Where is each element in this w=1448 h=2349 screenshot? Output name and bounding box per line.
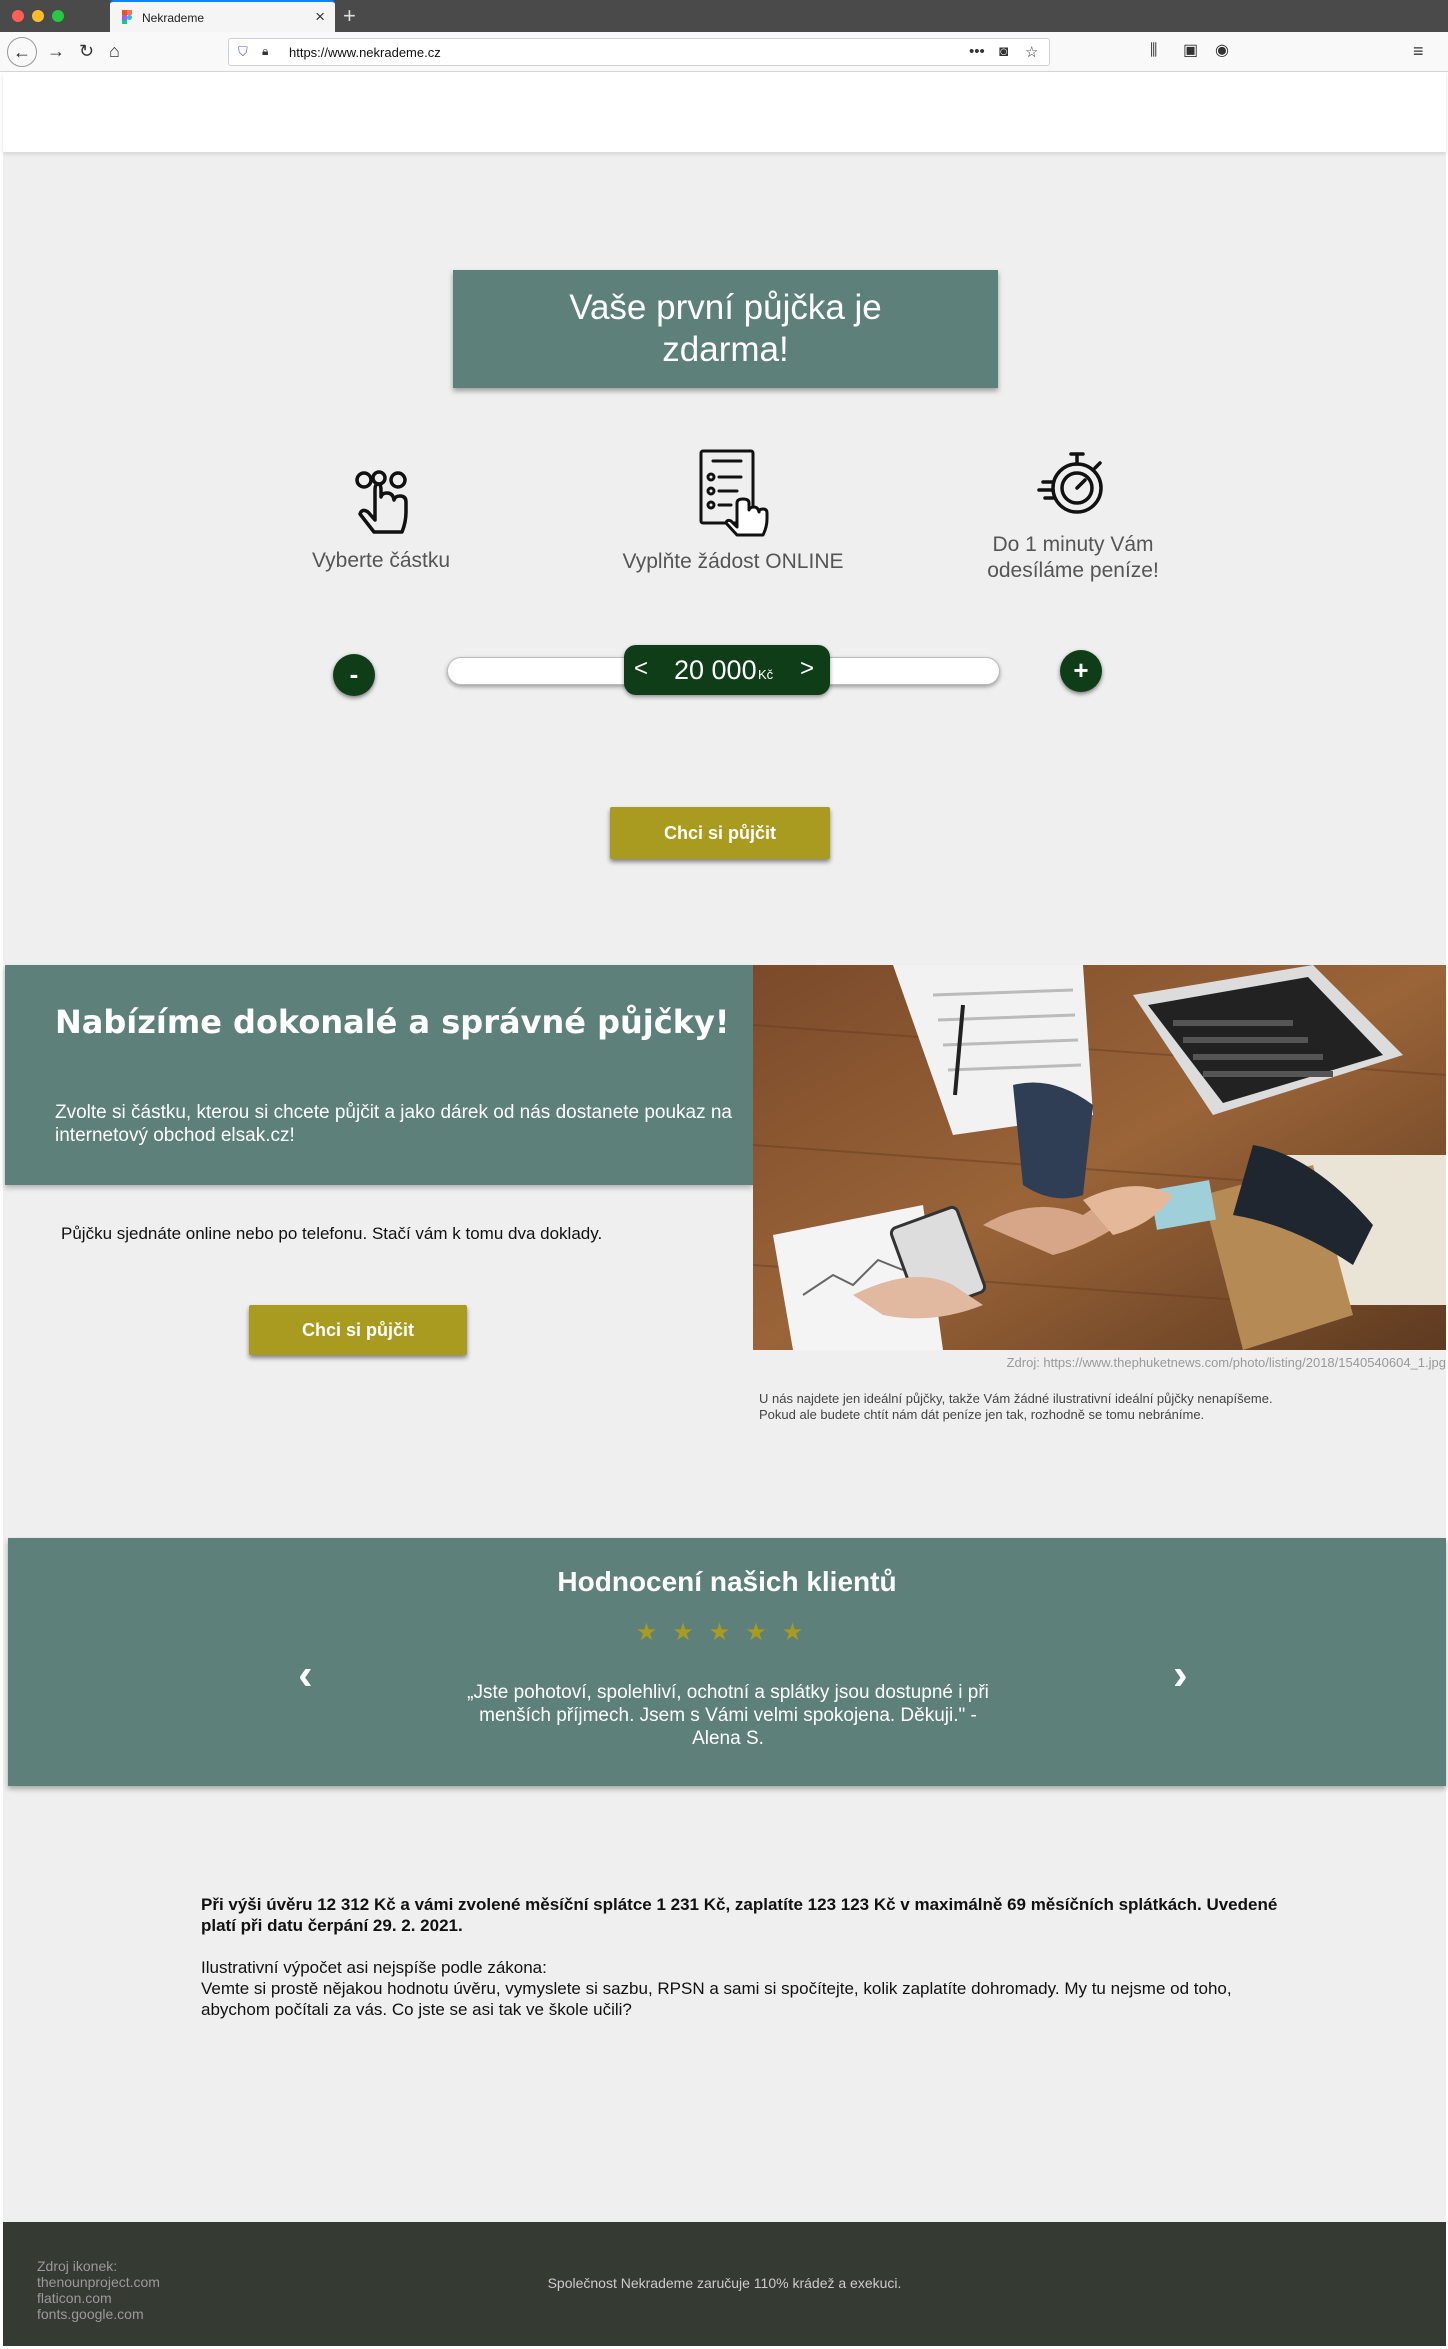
stopwatch-icon [1037,452,1103,514]
borrow-button-offer[interactable]: Chci si půjčit [249,1305,467,1355]
step-fill-form: Vyplňte žádost ONLINE [613,447,853,575]
minimize-window-button[interactable] [32,10,44,22]
next-review-arrow[interactable]: › [1173,1650,1188,1700]
increase-amount-button[interactable]: + [1060,650,1102,692]
disclaimer-line2: Vemte si prostě nějakou hodnotu úvěru, v… [201,1979,1232,2019]
site-footer: Zdroj ikonek: thenounproject.com flatico… [3,2222,1446,2346]
back-icon[interactable]: ← [7,37,37,67]
lock-icon[interactable]: 🔒︎ [262,44,268,59]
sidebar-icon[interactable]: ▣ [1183,40,1198,62]
reviews-heading: Hodnocení našich klientů [557,1566,897,1597]
url-bar[interactable]: ⛉ 🔒︎ https://www.nekrademe.cz ••• ◙ ☆ [228,38,1050,66]
offer-heading: Nabízíme dokonalé a správné půjčky! [55,1003,730,1041]
page-content: Vaše první půjčka je zdarma! Vyberte čás… [3,72,1446,2346]
browser-tab[interactable]: Nekrademe × [110,0,335,32]
decrease-amount-button[interactable]: - [333,654,375,696]
step-choose-amount: Vyberte částku [271,460,491,574]
tab-title: Nekrademe [142,11,205,25]
bookmark-star-icon[interactable]: ☆ [1025,43,1038,61]
source-link[interactable]: flaticon.com [37,2290,160,2306]
form-checklist-icon [699,449,769,537]
borrow-button-hero[interactable]: Chci si půjčit [610,807,830,859]
reload-icon[interactable]: ↻ [79,40,94,62]
step-label: Vyplňte žádost ONLINE [622,550,844,573]
currency-label: Kč [758,667,774,682]
slider-right-arrow[interactable]: > [800,655,814,683]
photo-note: U nás najdete jen ideální půjčky, takže … [759,1391,1273,1422]
step-label: Vyberte částku [311,549,451,572]
more-actions-icon[interactable]: ••• [969,43,985,60]
review-quote: „Jste pohotoví, spolehliví, ochotní a sp… [467,1682,989,1749]
offer-text: Zvolte si částku, kterou si chcete půjči… [55,1102,732,1146]
library-icon[interactable]: ⫼ [1150,40,1157,62]
disclaimer-strong: Při výši úvěru 12 312 Kč a vámi zvolené … [201,1895,1278,1935]
footer-note: Společnost Nekrademe zaručuje 110% kráde… [547,2275,902,2291]
maximize-window-button[interactable] [52,10,64,22]
step-label: Do 1 minuty Vám odesíláme peníze! [987,533,1159,582]
site-header [3,72,1446,152]
browser-titlebar: Nekrademe × + [0,0,1448,32]
url-text[interactable]: https://www.nekrademe.cz [289,45,441,60]
tap-finger-icon [355,470,408,534]
menu-icon[interactable]: ≡ [1413,40,1424,62]
sources-title: Zdroj ikonek: [37,2258,118,2274]
prev-review-arrow[interactable]: ‹ [298,1650,313,1700]
offer-subtext: Půjčku sjednáte online nebo po telefonu.… [61,1224,603,1243]
source-link[interactable]: fonts.google.com [37,2306,160,2322]
forward-icon[interactable]: → [47,40,65,62]
offer-panel: Nabízíme dokonalé a správné půjčky! Zvol… [5,965,753,1185]
loan-amount: 20 000 [674,655,757,685]
photo-source: Zdroj: https://www.thephuketnews.com/pho… [1006,1355,1446,1370]
amount-slider-handle[interactable]: < 20 000 Kč > [624,645,830,695]
slider-left-arrow[interactable]: < [634,655,648,683]
loan-disclaimer: Při výši úvěru 12 312 Kč a vámi zvolené … [201,1894,1301,2020]
handshake-photo [753,965,1446,1350]
hero-title: Vaše první půjčka je zdarma! [569,288,882,369]
browser-navbar: ← → ↻ ⌂ ⛉ 🔒︎ https://www.nekrademe.cz ••… [0,32,1448,72]
pocket-icon[interactable]: ◙ [999,43,1008,60]
close-window-button[interactable] [12,10,24,22]
new-tab-icon[interactable]: + [343,3,356,29]
rating-stars: ★★★★★ [635,1619,819,1646]
figma-icon [122,10,132,24]
account-icon[interactable]: ◉ [1215,40,1229,62]
tracking-shield-icon[interactable]: ⛉ [238,44,248,60]
hero-banner: Vaše první půjčka je zdarma! [453,270,998,388]
close-tab-icon[interactable]: × [315,7,325,27]
home-icon[interactable]: ⌂ [109,40,120,62]
step-send-money: Do 1 minuty Vám odesíláme peníze! [953,444,1193,584]
reviews-section: Hodnocení našich klientů ★★★★★ ‹ „Jste p… [8,1538,1446,1786]
disclaimer-line1: Ilustrativní výpočet asi nejspíše podle … [201,1958,547,1977]
